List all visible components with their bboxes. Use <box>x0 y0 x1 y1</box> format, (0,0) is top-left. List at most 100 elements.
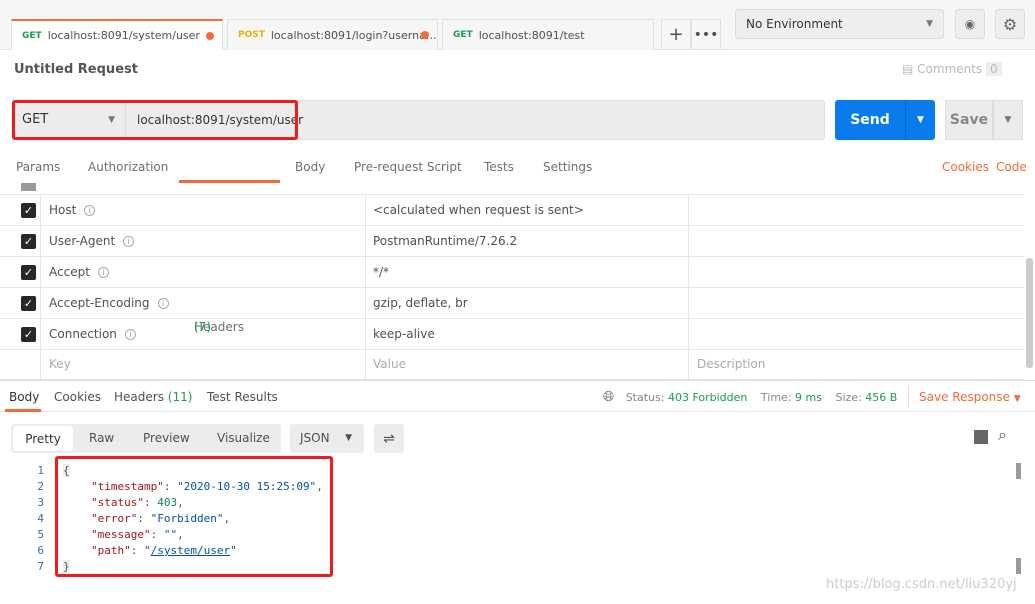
new-tab-button[interactable]: + <box>661 19 691 50</box>
body-scrollbar[interactable] <box>1016 463 1021 479</box>
tab-body[interactable]: Body <box>295 160 325 174</box>
tab-label: Headers <box>114 390 164 404</box>
request-title: Untitled Request <box>14 62 138 77</box>
header-value[interactable]: */* <box>366 257 689 288</box>
header-key[interactable]: Accept-Encoding i <box>41 288 366 319</box>
save-response-label: Save Response <box>919 390 1010 404</box>
info-icon: i <box>124 329 136 340</box>
checkbox[interactable]: ✓ <box>21 296 36 311</box>
tab-tests[interactable]: Tests <box>484 160 514 174</box>
environment-quick-look-button[interactable]: ◉ <box>955 9 985 39</box>
view-visualize-button[interactable]: Visualize <box>217 431 270 445</box>
wrap-lines-button[interactable]: ⇌ <box>374 424 404 453</box>
more-icon: ••• <box>693 26 719 43</box>
checkbox[interactable]: ✓ <box>21 234 36 249</box>
save-response-button[interactable]: Save Response ▼ <box>919 390 1021 404</box>
tab-settings[interactable]: Settings <box>543 160 592 174</box>
method-label: GET <box>453 30 473 40</box>
time-label: Time: <box>760 391 792 404</box>
checkbox-cell: ✓ <box>0 195 41 226</box>
header-description[interactable] <box>689 195 1024 226</box>
checkbox[interactable]: ✓ <box>21 327 36 342</box>
value-input[interactable]: Value <box>366 349 689 380</box>
search-icon[interactable]: ⌕ <box>998 425 1007 445</box>
response-tab-test-results[interactable]: Test Results <box>207 390 278 404</box>
info-icon: i <box>157 298 169 309</box>
time-value: 9 ms <box>795 391 822 404</box>
save-button[interactable]: Save <box>945 100 993 140</box>
format-select[interactable]: JSON ▼ <box>290 424 364 453</box>
tab-pre-request-script[interactable]: Pre-request Script <box>354 160 462 174</box>
header-key[interactable]: Accept i <box>41 257 366 288</box>
info-icon: i <box>97 267 109 278</box>
comments-label: Comments <box>917 62 983 76</box>
body-scrollbar-bottom[interactable] <box>1016 558 1021 574</box>
header-description[interactable] <box>689 226 1024 257</box>
highlight-box <box>55 456 333 577</box>
header-key[interactable]: Host i <box>41 195 366 226</box>
tab-label: localhost:8091/system/user <box>47 29 200 42</box>
unsaved-dot <box>421 31 429 39</box>
checkbox[interactable]: ✓ <box>21 265 36 280</box>
header-description[interactable] <box>689 257 1024 288</box>
header-key[interactable]: User-Agent i <box>41 226 366 257</box>
send-options-button[interactable]: ▼ <box>905 100 935 140</box>
tab-count: (11) <box>167 390 193 404</box>
view-pretty-button[interactable]: Pretty <box>13 426 73 451</box>
response-tab-body[interactable]: Body <box>9 390 39 404</box>
save-options-button[interactable]: ▼ <box>993 100 1023 140</box>
eye-icon: ◉ <box>964 17 976 31</box>
method-label: POST <box>238 30 265 40</box>
chevron-down-icon: ▼ <box>345 433 352 443</box>
header-row: ✓ Accept-Encoding i gzip, deflate, br <box>0 288 1024 319</box>
wrap-icon: ⇌ <box>383 430 395 447</box>
active-tab-indicator <box>5 409 41 412</box>
header-value[interactable]: PostmanRuntime/7.26.2 <box>366 226 689 257</box>
cookies-link[interactable]: Cookies <box>942 160 989 174</box>
header-new-row: Key Value Description <box>0 349 1024 380</box>
checkbox-cell: ✓ <box>0 226 41 257</box>
response-tab-cookies[interactable]: Cookies <box>54 390 101 404</box>
key-input[interactable]: Key <box>41 349 366 380</box>
header-row: ✓ Host i <calculated when request is sent… <box>0 195 1024 226</box>
copy-icon[interactable] <box>974 430 988 444</box>
send-button[interactable]: Send <box>835 100 905 140</box>
plus-icon: + <box>668 24 684 45</box>
headers-scrollbar[interactable] <box>1026 258 1033 368</box>
more-tabs-button[interactable]: ••• <box>691 19 721 50</box>
tab-request-3[interactable]: GET localhost:8091/test <box>442 19 654 50</box>
tab-label: localhost:8091/test <box>478 28 585 42</box>
header-value[interactable]: <calculated when request is sent> <box>366 195 689 226</box>
header-row-partial <box>0 183 1024 195</box>
chevron-down-icon: ▼ <box>1004 115 1012 125</box>
tab-authorization[interactable]: Authorization <box>88 160 168 174</box>
code-link[interactable]: Code <box>996 160 1027 174</box>
comments-button[interactable]: ▤ Comments 0 <box>902 62 1002 76</box>
header-row: ✓ Accept i */* <box>0 257 1024 288</box>
header-key-text: Accept <box>49 265 90 279</box>
tab-params[interactable]: Params <box>16 160 60 174</box>
info-icon: i <box>123 236 135 247</box>
environment-select[interactable]: No Environment ▼ <box>735 9 944 39</box>
manage-environments-button[interactable]: ⚙ <box>995 9 1025 39</box>
method-label: GET <box>22 30 42 41</box>
divider <box>908 386 909 408</box>
description-input[interactable]: Description <box>689 349 1024 380</box>
checkbox[interactable]: ✓ <box>21 203 36 218</box>
gear-icon: ⚙ <box>1002 14 1018 34</box>
globe-icon: 🌐︎ <box>603 389 615 405</box>
header-description[interactable] <box>689 288 1024 319</box>
chevron-down-icon: ▼ <box>917 115 924 125</box>
tab-request-2[interactable]: POST localhost:8091/login?userna… <box>227 19 438 50</box>
header-value[interactable]: keep-alive <box>366 319 689 350</box>
header-description[interactable] <box>689 319 1024 350</box>
view-preview-button[interactable]: Preview <box>143 431 190 445</box>
size-value: 456 B <box>865 391 898 404</box>
view-raw-button[interactable]: Raw <box>89 431 114 445</box>
header-value[interactable]: gzip, deflate, br <box>366 288 689 319</box>
response-meta: 🌐︎ Status: 403 Forbidden Time: 9 ms Size… <box>603 389 897 405</box>
chevron-down-icon: ▼ <box>1013 394 1021 404</box>
header-key[interactable]: Connection i <box>41 319 366 350</box>
tab-request-1[interactable]: GET localhost:8091/system/user <box>11 19 223 50</box>
response-tab-headers[interactable]: Headers (11) <box>114 390 192 404</box>
